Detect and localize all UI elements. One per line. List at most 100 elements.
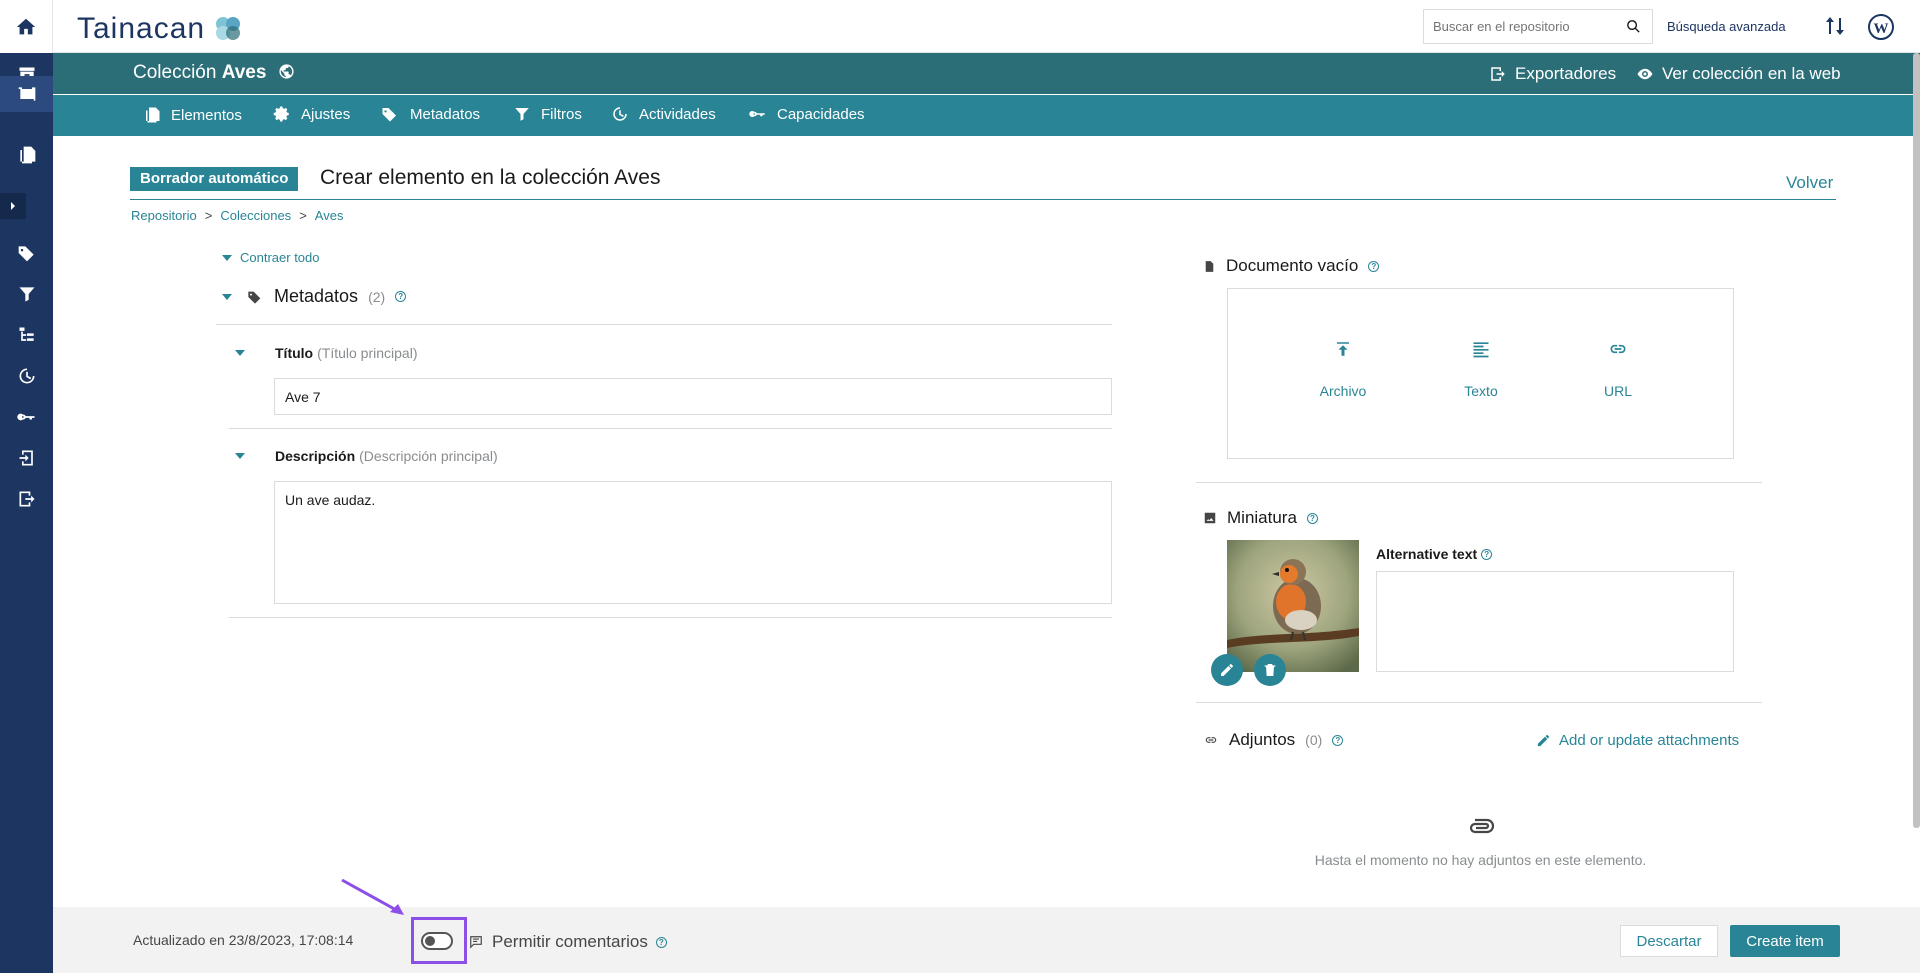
alt-text-label: Alternative text ? xyxy=(1376,546,1493,562)
image-icon xyxy=(1204,512,1216,524)
allow-comments-toggle[interactable] xyxy=(421,932,453,950)
view-collection-link[interactable]: Ver colección en la web xyxy=(1636,64,1841,84)
tab-label: Ajustes xyxy=(301,105,351,123)
sidebar-item-items[interactable] xyxy=(0,137,53,173)
help-icon[interactable]: ? xyxy=(1306,512,1318,524)
sidebar-item-exporters[interactable] xyxy=(0,481,53,517)
divider xyxy=(229,428,1112,429)
paperclip-icon xyxy=(1469,818,1495,834)
divider xyxy=(216,324,1112,325)
comment-icon xyxy=(470,936,482,949)
attachments-count: (0) xyxy=(1305,732,1323,748)
sidebar-item-metadata[interactable] xyxy=(0,235,53,271)
tainacan-logo[interactable]: Tainacan xyxy=(77,12,242,46)
last-updated-text: Actualizado en 23/8/2023, 17:08:14 xyxy=(133,932,354,948)
metadata-count: (2) xyxy=(368,288,386,305)
repository-search xyxy=(1423,9,1653,44)
link-icon xyxy=(1205,737,1217,743)
page-title: Crear elemento en la colección Aves xyxy=(320,166,661,189)
collapse-all-toggle[interactable]: Contraer todo xyxy=(222,250,320,265)
document-file-label: Archivo xyxy=(1319,383,1367,399)
sidebar-item-collections[interactable] xyxy=(0,76,53,112)
advanced-search-link[interactable]: Búsqueda avanzada xyxy=(1667,19,1786,34)
divider xyxy=(1196,702,1762,703)
import-icon xyxy=(19,450,33,466)
sidebar-item-filters[interactable] xyxy=(0,276,53,312)
search-input[interactable] xyxy=(1424,10,1614,43)
link-icon xyxy=(1610,344,1626,354)
breadcrumb-repository[interactable]: Repositorio xyxy=(131,208,197,223)
items-icon xyxy=(146,107,160,123)
breadcrumb-collections[interactable]: Colecciones xyxy=(220,208,291,223)
delete-thumbnail-button[interactable] xyxy=(1254,654,1286,686)
create-item-button[interactable]: Create item xyxy=(1730,925,1840,957)
allow-comments-label: Permitir comentarios ? xyxy=(468,932,667,952)
sidebar-expand-button[interactable] xyxy=(0,193,26,219)
tab-label: Filtros xyxy=(541,105,582,123)
alt-text-textarea[interactable] xyxy=(1376,571,1734,672)
sidebar-item-capabilities[interactable] xyxy=(0,399,53,435)
robin-bird-image xyxy=(1227,540,1359,672)
back-link[interactable]: Volver xyxy=(1786,173,1833,193)
description-textarea[interactable]: Un ave audaz. xyxy=(274,481,1112,604)
tags-icon xyxy=(18,246,34,262)
taxonomy-icon xyxy=(19,327,34,341)
help-icon[interactable]: ? xyxy=(655,936,667,948)
document-url-option[interactable]: URL xyxy=(1568,339,1668,399)
help-icon[interactable]: ? xyxy=(1481,548,1493,560)
tab-activities[interactable]: Actividades xyxy=(611,105,716,123)
tab-items[interactable]: Elementos xyxy=(143,105,242,125)
key-icon xyxy=(16,413,34,421)
description-field-label[interactable]: Descripción (Descripción principal) xyxy=(235,448,498,464)
breadcrumb-separator: > xyxy=(204,208,213,223)
logo-text: Tainacan xyxy=(77,12,206,45)
upload-icon xyxy=(1337,342,1349,356)
attachments-title: Adjuntos xyxy=(1229,730,1296,749)
gear-icon xyxy=(273,106,289,122)
exporters-label: Exportadores xyxy=(1515,64,1617,83)
document-text-option[interactable]: Texto xyxy=(1431,339,1531,399)
home-button[interactable] xyxy=(0,0,53,53)
tab-settings[interactable]: Ajustes xyxy=(273,105,350,123)
tab-metadata[interactable]: Metadatos xyxy=(380,105,480,123)
metadata-section-header[interactable]: Metadatos (2) ? xyxy=(222,286,407,307)
top-header: Tainacan Búsqueda avanzada W xyxy=(53,0,1920,53)
wordpress-icon[interactable]: W xyxy=(1868,14,1894,40)
title-field-label[interactable]: Título (Título principal) xyxy=(235,345,417,361)
breadcrumb-aves[interactable]: Aves xyxy=(315,208,344,223)
collection-tabs: Elementos Ajustes Metadatos Filtros Acti… xyxy=(53,95,1920,136)
help-icon[interactable]: ? xyxy=(1368,260,1380,272)
exporters-link[interactable]: Exportadores xyxy=(1489,64,1616,84)
help-icon[interactable]: ? xyxy=(395,291,407,302)
page-scrollbar[interactable] xyxy=(1913,53,1920,828)
sidebar-item-importers[interactable] xyxy=(0,440,53,476)
search-icon[interactable] xyxy=(1625,18,1642,35)
add-attachments-link[interactable]: Add or update attachments xyxy=(1536,732,1739,749)
document-file-option[interactable]: Archivo xyxy=(1293,339,1393,399)
tab-label: Metadatos xyxy=(410,105,481,123)
activities-icon xyxy=(613,107,627,121)
tab-label: Actividades xyxy=(639,105,716,123)
sidebar-item-activities[interactable] xyxy=(0,358,53,394)
import-export-arrows-icon[interactable] xyxy=(1825,15,1845,37)
description-hint: (Descripción principal) xyxy=(359,448,498,464)
collection-name: Aves xyxy=(221,62,267,83)
sidebar-item-taxonomies[interactable] xyxy=(0,317,53,353)
trash-icon xyxy=(1264,664,1276,676)
divider xyxy=(229,617,1112,618)
metadata-section-title: Metadatos xyxy=(274,286,359,306)
tab-capabilities[interactable]: Capacidades xyxy=(749,105,865,123)
thumbnail-section-header: Miniatura ? xyxy=(1203,508,1318,528)
edit-thumbnail-button[interactable] xyxy=(1211,654,1243,686)
tab-label: Capacidades xyxy=(777,105,865,123)
discard-button[interactable]: Descartar xyxy=(1620,925,1718,957)
breadcrumb-separator: > xyxy=(299,208,307,223)
tab-filters[interactable]: Filtros xyxy=(513,105,582,123)
breadcrumb: Repositorio > Colecciones > Aves xyxy=(131,208,343,223)
title-input[interactable]: Ave 7 xyxy=(274,378,1112,415)
export-icon xyxy=(19,491,34,507)
help-icon[interactable]: ? xyxy=(1332,734,1344,746)
document-title: Documento vacío xyxy=(1226,256,1359,275)
caret-down-icon xyxy=(222,254,232,261)
eye-icon xyxy=(1637,68,1653,80)
